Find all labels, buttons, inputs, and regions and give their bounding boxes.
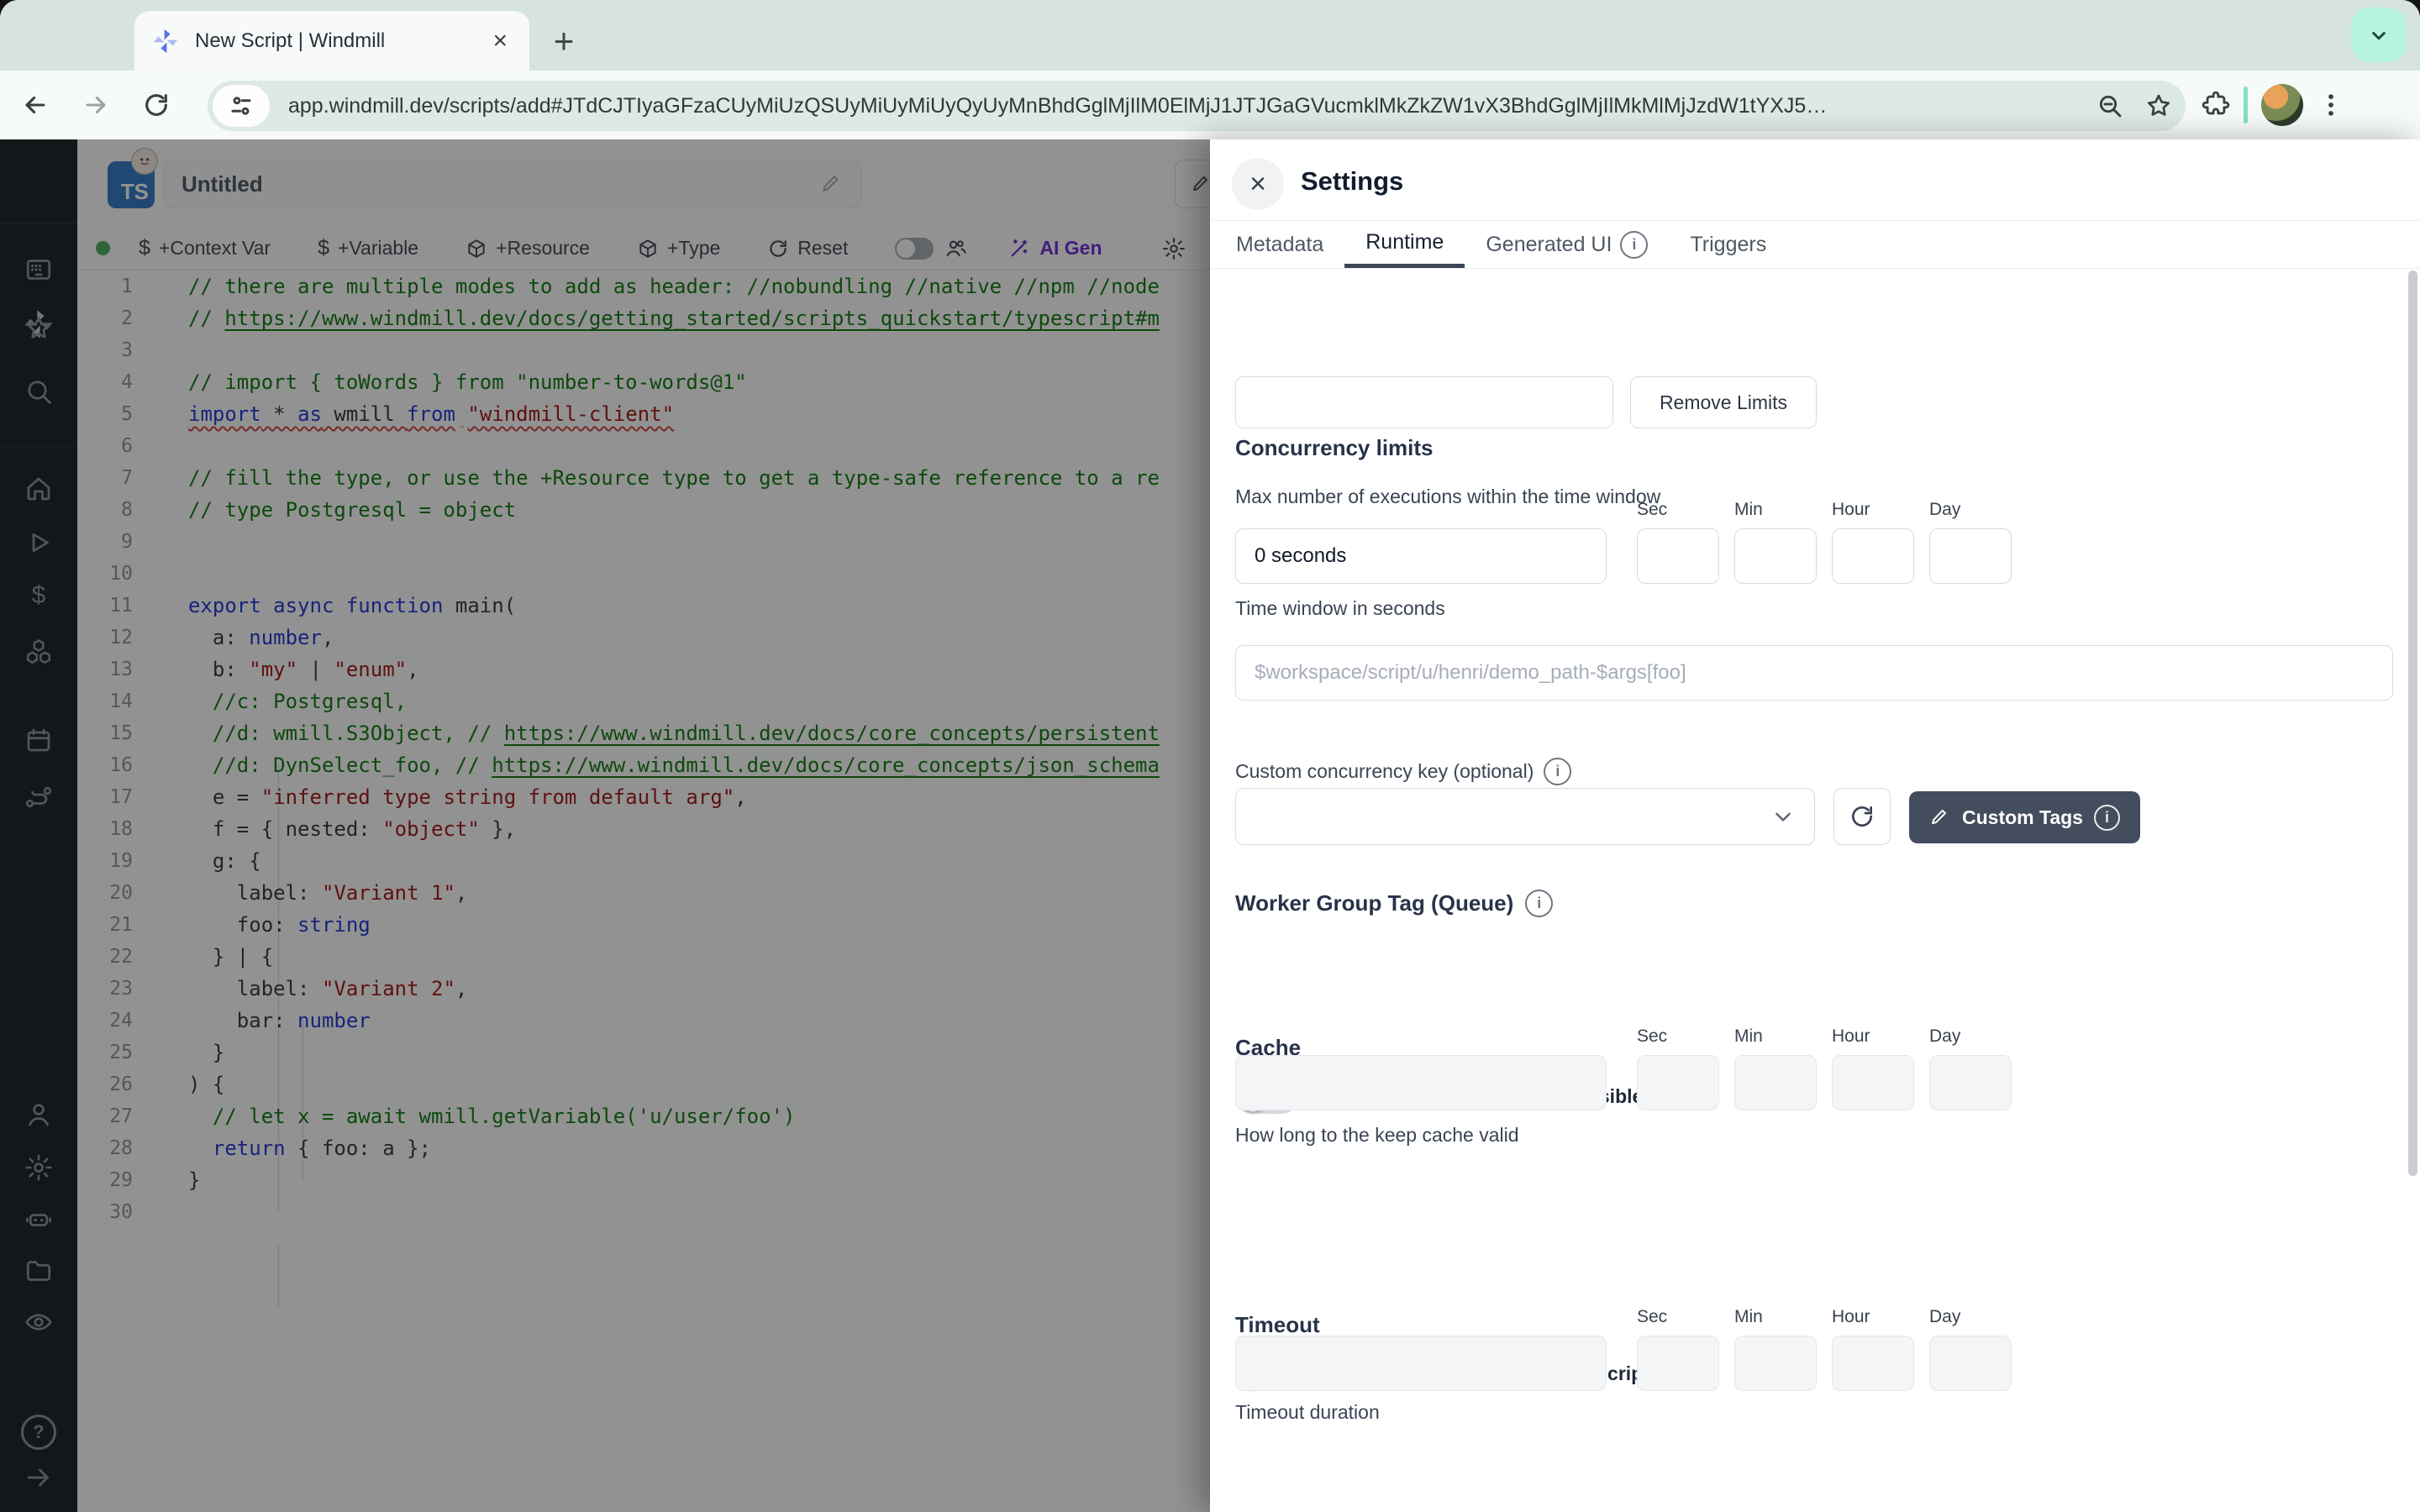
- unit-label-hour: Hour: [1832, 1026, 1870, 1047]
- tab-search-chevron-button[interactable]: [2351, 8, 2407, 62]
- cache-duration: Sec Min Hour Day: [1235, 1026, 2025, 1110]
- site-settings-chip[interactable]: [213, 85, 270, 127]
- unit-label-day: Day: [1929, 1307, 1960, 1327]
- address-bar[interactable]: app.windmill.dev/scripts/add#JTdCJTIyaGF…: [208, 81, 2186, 131]
- divider: [1210, 268, 2420, 269]
- zoom-out-icon: [2096, 92, 2123, 119]
- timeout-duration-min-input: [1734, 1336, 1817, 1391]
- timeout-duration-day-input: [1929, 1336, 2012, 1391]
- settings-tab-runtime[interactable]: Runtime: [1344, 221, 1465, 268]
- chevron-down-icon: [2366, 23, 2391, 48]
- drawer-scrollbar[interactable]: [2408, 270, 2417, 1176]
- tab-close-icon[interactable]: ×: [487, 29, 513, 54]
- unit-label-min: Min: [1734, 500, 1763, 520]
- browser-menu-button[interactable]: [2317, 91, 2345, 119]
- cache-duration-min-input: [1734, 1055, 1817, 1110]
- reload-icon: [142, 91, 171, 119]
- worker-tag-select[interactable]: [1235, 788, 1815, 845]
- forward-arrow-icon: [82, 91, 110, 119]
- settings-tab-metadata[interactable]: Metadata: [1215, 221, 1344, 268]
- timeout-duration-label: Timeout duration: [1235, 1401, 1380, 1424]
- profile-avatar[interactable]: [2261, 84, 2303, 126]
- tab-label: Generated UI: [1486, 233, 1612, 257]
- unit-label-day: Day: [1929, 500, 1960, 520]
- bookmark-button[interactable]: [2145, 92, 2172, 119]
- unit-label-min: Min: [1734, 1026, 1763, 1047]
- reload-button[interactable]: [133, 81, 180, 129]
- cache-duration-sec-input: [1637, 1055, 1719, 1110]
- custom-key-input[interactable]: $workspace/script/u/henri/demo_path-$arg…: [1235, 645, 2393, 701]
- info-icon: i: [1620, 231, 1648, 259]
- unit-label-sec: Sec: [1637, 500, 1667, 520]
- time-window-input[interactable]: 0 seconds: [1235, 528, 1607, 584]
- settings-drawer: × Settings Metadata Runtime Generated UI i T…: [1210, 139, 2420, 1512]
- close-drawer-button[interactable]: ×: [1232, 158, 1284, 210]
- drawer-backdrop[interactable]: [0, 139, 1210, 1512]
- custom-key-label: Custom concurrency key (optional)i: [1235, 758, 1571, 785]
- cache-duration-label: How long to the keep cache valid: [1235, 1124, 1519, 1147]
- custom-key-placeholder: $workspace/script/u/henri/demo_path-$arg…: [1255, 661, 1686, 685]
- cache-duration-hour-input: [1832, 1055, 1914, 1110]
- browser-actions: [2202, 71, 2420, 139]
- concurrency-heading: Concurrency limits: [1235, 435, 1434, 461]
- timeout-duration-input: [1235, 1336, 1607, 1391]
- back-button[interactable]: [12, 81, 59, 129]
- info-icon[interactable]: i: [1544, 758, 1571, 785]
- unit-label-min: Min: [1734, 1307, 1763, 1327]
- unit-label-hour: Hour: [1832, 1307, 1870, 1327]
- settings-tabs: Metadata Runtime Generated UI i Triggers: [1215, 221, 1787, 268]
- browser-tab-strip: New Script | Windmill × +: [0, 0, 2420, 71]
- url-text: app.windmill.dev/scripts/add#JTdCJTIyaGF…: [288, 94, 2075, 118]
- puzzle-icon: [2202, 91, 2230, 119]
- windmill-favicon-icon: [151, 27, 180, 55]
- time-window-hour-input[interactable]: [1832, 528, 1914, 584]
- timeout-duration: Sec Min Hour Day: [1235, 1307, 2025, 1391]
- info-icon[interactable]: i: [1525, 890, 1553, 917]
- cache-duration-input: [1235, 1055, 1607, 1110]
- extensions-button[interactable]: [2202, 91, 2230, 119]
- custom-tags-button[interactable]: Custom Tags i: [1909, 791, 2140, 843]
- tab-label: Metadata: [1236, 233, 1323, 257]
- drawer-title: Settings: [1301, 166, 1403, 197]
- star-icon: [2145, 92, 2172, 119]
- new-tab-button[interactable]: +: [544, 22, 583, 60]
- refresh-icon: [1849, 803, 1876, 830]
- back-arrow-icon: [21, 91, 50, 119]
- info-icon: i: [2094, 805, 2120, 831]
- kebab-menu-icon: [2317, 91, 2345, 119]
- timeout-duration-hour-input: [1832, 1336, 1914, 1391]
- unit-label-day: Day: [1929, 1026, 1960, 1047]
- max-executions-input[interactable]: [1235, 376, 1613, 428]
- time-window-duration: 0 seconds Sec Min Hour Day: [1235, 500, 2025, 584]
- tab-title: New Script | Windmill: [195, 29, 487, 53]
- tune-icon: [229, 93, 254, 118]
- zoom-button[interactable]: [2096, 92, 2123, 119]
- unit-label-hour: Hour: [1832, 500, 1870, 520]
- worker-group-heading: Worker Group Tag (Queue)i: [1235, 890, 1553, 917]
- timeout-duration-sec-input: [1637, 1336, 1719, 1391]
- tab-label: Runtime: [1365, 230, 1444, 255]
- forward-button[interactable]: [72, 81, 119, 129]
- time-window-min-input[interactable]: [1734, 528, 1817, 584]
- pencil-icon: [1929, 806, 1951, 828]
- unit-label-sec: Sec: [1637, 1026, 1667, 1047]
- settings-tab-generated-ui[interactable]: Generated UI i: [1465, 221, 1669, 268]
- refresh-tags-button[interactable]: [1833, 788, 1891, 845]
- browser-window: New Script | Windmill × + app.windmill.d…: [0, 0, 2420, 1512]
- tab-group-separator: [2244, 87, 2248, 123]
- time-window-day-input[interactable]: [1929, 528, 2012, 584]
- remove-limits-button[interactable]: Remove Limits: [1630, 376, 1817, 428]
- time-window-sec-input[interactable]: [1637, 528, 1719, 584]
- cache-duration-day-input: [1929, 1055, 2012, 1110]
- tab-label: Triggers: [1690, 233, 1766, 257]
- browser-tab[interactable]: New Script | Windmill ×: [134, 11, 529, 71]
- chevron-down-icon: [1770, 804, 1796, 829]
- unit-label-sec: Sec: [1637, 1307, 1667, 1327]
- settings-tab-triggers[interactable]: Triggers: [1669, 221, 1787, 268]
- time-window-label: Time window in seconds: [1235, 597, 1445, 620]
